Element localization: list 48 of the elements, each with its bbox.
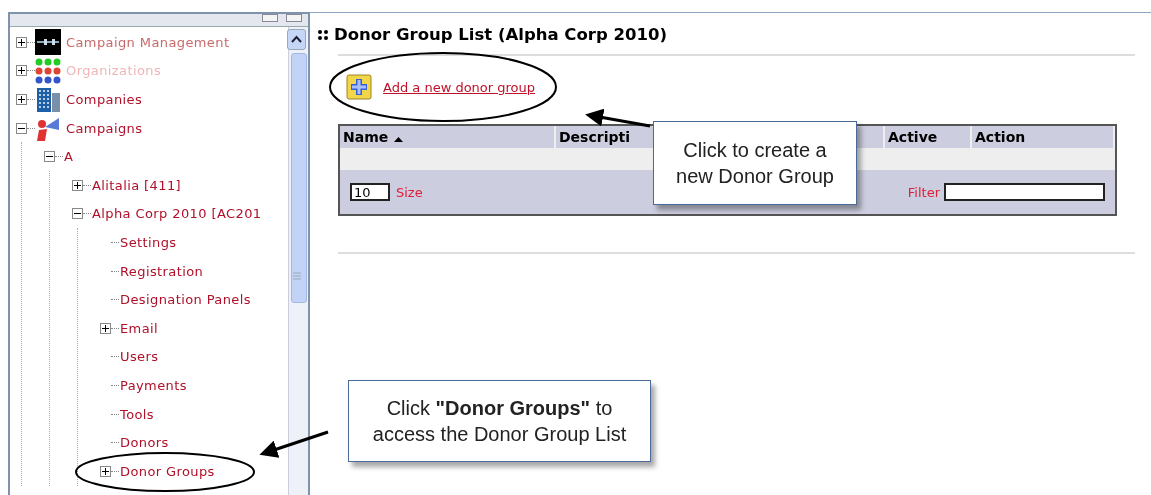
pointer-arrow [259,430,329,458]
tree-item[interactable]: Campaigns [65,120,144,136]
tree-item[interactable]: Donor Groups [119,463,216,479]
expand-icon[interactable] [16,94,27,105]
tree-item[interactable]: Users [119,349,160,365]
expand-icon[interactable] [100,322,111,334]
filter-field[interactable] [944,183,1105,201]
expand-icon[interactable] [16,36,27,48]
grip-icon [318,29,328,40]
add-donor-group-link[interactable]: Add a new donor group [383,79,536,95]
panel-button[interactable] [286,14,302,22]
tree-item[interactable]: Settings [119,234,178,250]
grip-icon [292,272,301,280]
callout: Click to create a new Donor Group [653,121,857,205]
expand-icon[interactable] [16,65,27,77]
callout: Click "Donor Groups" to access the Donor Group List [348,380,651,462]
collapse-icon[interactable] [44,151,55,163]
add-icon[interactable] [346,74,372,100]
expand-icon[interactable] [100,465,111,477]
filter-label: Filter [907,184,940,200]
tree-item[interactable]: Donors [119,435,170,451]
scroll-thumb[interactable] [290,53,307,303]
tree-item[interactable]: Tools [119,406,156,422]
tree-item[interactable]: A [63,149,75,165]
column-header[interactable]: Name [343,129,389,145]
megaphone-person-icon [35,115,61,142]
page-size-field[interactable]: 10 [350,183,390,201]
page-title: Donor Group List (Alpha Corp 2010) [334,25,667,44]
people-icon [35,57,61,84]
building-icon [35,86,61,113]
tree-item[interactable]: Campaign Management [65,34,231,50]
tree-item[interactable]: Alpha Corp 2010 [AC201 [91,206,263,222]
tree-item[interactable]: Registration [119,263,205,279]
panel-button[interactable] [262,14,278,22]
network-icon [35,29,61,56]
size-label: Size [396,184,423,200]
scroll-up-icon[interactable] [287,29,306,50]
column-header[interactable]: Descripti [559,129,630,145]
expand-icon[interactable] [72,179,83,191]
collapse-icon[interactable] [16,122,27,134]
tree-item[interactable]: Designation Panels [119,292,252,308]
pointer-arrow [585,108,651,128]
tree-item[interactable]: Payments [119,377,188,393]
tree-item[interactable]: Companies [65,92,144,107]
tree-item[interactable]: Alitalia [411] [91,177,183,193]
collapse-icon[interactable] [72,208,83,220]
scrollbar[interactable] [288,27,308,495]
tree-item[interactable]: Email [119,320,160,336]
